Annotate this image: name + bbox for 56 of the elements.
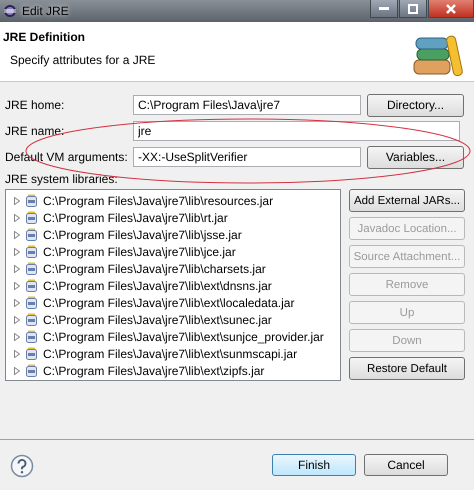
expand-icon[interactable]	[14, 230, 20, 238]
jar-icon	[26, 364, 37, 377]
text-field[interactable]: -XX:-UseSplitVerifier	[133, 147, 361, 167]
library-button[interactable]: Add External JARs...	[349, 189, 465, 212]
jar-icon	[26, 262, 37, 275]
text-field[interactable]: jre	[133, 121, 460, 141]
expand-icon[interactable]	[14, 248, 20, 256]
expand-icon[interactable]	[14, 214, 20, 222]
help-icon[interactable]	[10, 454, 34, 478]
expand-icon[interactable]	[14, 196, 20, 204]
expand-icon[interactable]	[14, 298, 20, 306]
text-field[interactable]: C:\Program Files\Java\jre7	[133, 95, 361, 115]
maximize-icon	[408, 4, 418, 14]
window-title: Edit JRE	[22, 4, 69, 18]
library-path: C:\Program Files\Java\jre7\lib\jsse.jar	[43, 228, 242, 242]
library-path: C:\Program Files\Java\jre7\lib\ext\localedata.jar	[43, 296, 294, 310]
expand-icon[interactable]	[14, 332, 20, 340]
jar-icon	[26, 279, 37, 292]
library-button[interactable]: Restore Default	[349, 357, 465, 380]
library-path: C:\Program Files\Java\jre7\lib\ext\sunmscapi.jar	[43, 346, 298, 360]
eclipse-icon	[3, 4, 17, 18]
library-path: C:\Program Files\Java\jre7\lib\resources.jar	[43, 194, 274, 208]
expand-icon[interactable]	[14, 264, 20, 272]
jar-icon	[26, 296, 37, 309]
maximize-button[interactable]	[399, 0, 427, 18]
expand-icon[interactable]	[14, 282, 20, 290]
jar-icon	[26, 194, 37, 207]
jar-icon	[26, 228, 37, 241]
library-path: C:\Program Files\Java\jre7\lib\ext\dnsns.jar	[43, 278, 272, 292]
libraries-label: JRE system libraries:	[5, 172, 119, 186]
jar-icon	[26, 347, 37, 360]
close-button[interactable]	[428, 0, 474, 18]
minimize-button[interactable]	[370, 0, 398, 18]
library-path: C:\Program Files\Java\jre7\lib\ext\sunjce_provider.jar	[43, 330, 324, 344]
minimize-icon	[379, 6, 389, 10]
field-label: JRE home:	[5, 98, 66, 112]
library-path: C:\Program Files\Java\jre7\lib\charsets.jar	[43, 262, 266, 276]
dialog-button[interactable]: Cancel	[364, 454, 448, 476]
jar-icon	[26, 211, 37, 224]
dialog-button[interactable]: Finish	[272, 454, 356, 476]
expand-icon[interactable]	[14, 350, 20, 358]
library-path: C:\Program Files\Java\jre7\lib\jce.jar	[43, 244, 236, 258]
field-label: JRE name:	[5, 124, 66, 138]
jar-icon	[26, 245, 37, 258]
jar-icon	[26, 330, 37, 343]
library-path: C:\Program Files\Java\jre7\lib\rt.jar	[43, 210, 228, 224]
library-path: C:\Program Files\Java\jre7\lib\ext\zipfs.jar	[43, 364, 264, 378]
page-title: JRE Definition	[3, 30, 86, 44]
jar-icon	[26, 313, 37, 326]
page-subtitle: Specify attributes for a JRE	[10, 53, 156, 67]
close-icon	[446, 4, 456, 14]
browse-button[interactable]: Directory...	[367, 94, 464, 116]
library-path: C:\Program Files\Java\jre7\lib\ext\sunec.jar	[43, 312, 272, 326]
browse-button[interactable]: Variables...	[367, 146, 464, 168]
expand-icon[interactable]	[14, 316, 20, 324]
expand-icon[interactable]	[14, 366, 20, 374]
